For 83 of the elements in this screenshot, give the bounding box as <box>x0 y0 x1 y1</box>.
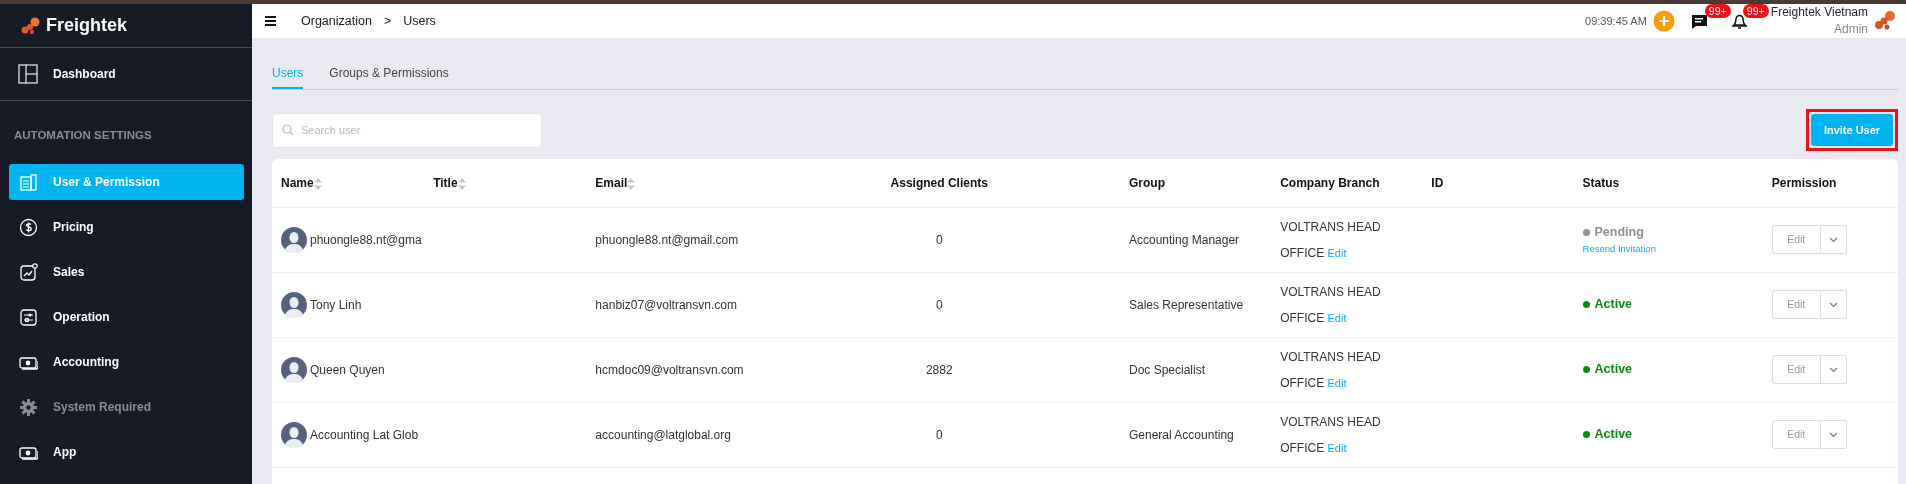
avatar-icon <box>281 421 307 448</box>
branch-cell-text: VOLTRANS HEAD OFFICE Edit <box>1280 218 1382 262</box>
user-name-cell-text: phuongle88.nt@gma <box>310 231 422 249</box>
dropdown-button[interactable] <box>1820 355 1847 384</box>
column-header: Group <box>1129 175 1165 190</box>
sidebar-item[interactable]: Sales <box>9 254 244 290</box>
resend-link[interactable]: Resend Invitation <box>1582 241 1754 257</box>
dollar-icon <box>19 217 38 237</box>
building-icon <box>19 172 38 192</box>
sidebar-item[interactable]: Accounting <box>9 344 244 380</box>
count-badge: 99+ <box>1742 4 1769 18</box>
user-name: Freightek Vietnam <box>1770 4 1868 21</box>
client-count: 0 <box>935 232 943 247</box>
gear-icon <box>19 397 38 417</box>
caret-icon <box>1828 301 1838 308</box>
sidebar-item[interactable]: Operation <box>9 299 244 335</box>
email-cell-text: phuongle88.nt@gmail.com <box>595 231 740 249</box>
section-heading: AUTOMATION SETTINGS <box>13 128 153 143</box>
sidebar-item[interactable]: Pricing <box>9 209 244 245</box>
status-text: Active <box>1594 361 1633 379</box>
user-name-cell-text: Queen Quyen <box>310 361 385 379</box>
user-name-cell-text: Accounting Lat Glob <box>310 426 419 444</box>
brand-name: Freightek <box>46 14 128 37</box>
logo-icon <box>21 16 40 35</box>
caret-icon <box>1828 236 1838 243</box>
tab[interactable]: Groups & Permissions <box>329 62 449 89</box>
column-header[interactable]: Name <box>281 175 314 190</box>
branch-cell-text: VOLTRANS HEAD OFFICE Edit <box>1280 348 1382 392</box>
breadcrumb-item: Users <box>403 12 436 30</box>
caret-icon <box>1828 431 1838 438</box>
sidebar-item[interactable]: Dashboard <box>0 48 252 101</box>
status-text: Active <box>1594 426 1633 444</box>
group-cell: Doc Specialist <box>1129 362 1206 377</box>
permission-edit-button[interactable]: Edit <box>1771 290 1821 319</box>
branch-cell-text: VOLTRANS HEAD OFFICE Edit <box>1280 413 1382 457</box>
add-icon[interactable] <box>1652 10 1675 32</box>
sort-icon[interactable] <box>313 177 322 190</box>
email-cell-text: hcmdoc09@voltransvn.com <box>595 361 745 379</box>
sort-icon[interactable] <box>457 177 466 190</box>
column-header[interactable]: Email <box>595 175 628 190</box>
chat-icon[interactable] <box>1690 12 1708 30</box>
avatar-icon <box>281 226 307 253</box>
email-cell-text: accounting@latglobal.org <box>595 426 732 444</box>
column-header: Status <box>1582 175 1620 190</box>
clock-time: 09:39:45 AM <box>1585 13 1647 29</box>
client-count: 2882 <box>925 362 953 377</box>
search-field[interactable]: Search user <box>272 112 542 148</box>
breadcrumb-separator: > <box>383 12 392 30</box>
sidebar-item[interactable]: App <box>9 434 244 470</box>
dropdown-button[interactable] <box>1820 290 1847 319</box>
menu-icon[interactable] <box>265 16 276 26</box>
group-cell: Sales Representative <box>1129 297 1244 312</box>
column-header: Company Branch <box>1280 175 1380 190</box>
dropdown-button[interactable] <box>1820 225 1847 254</box>
breadcrumb-item[interactable]: Organization <box>301 11 372 31</box>
sliders-icon <box>19 307 38 327</box>
column-header: Permission <box>1771 175 1837 190</box>
user-role: Admin <box>1833 21 1868 38</box>
bell-icon[interactable] <box>1730 12 1748 31</box>
avatar-icon <box>281 356 307 383</box>
status-text: Pending <box>1594 224 1644 242</box>
count-badge: 99+ <box>1704 4 1731 18</box>
caret-icon <box>1828 366 1838 373</box>
permission-edit-button[interactable]: Edit <box>1771 420 1821 449</box>
group-cell: Accounting Manager <box>1129 232 1240 247</box>
logo-icon <box>1874 10 1896 32</box>
avatar-icon <box>281 291 307 318</box>
user-name-cell-text: Tony Linh <box>310 296 362 314</box>
client-count: 0 <box>935 297 943 312</box>
column-header: Assigned Clients <box>890 175 988 190</box>
column-header: ID <box>1431 175 1444 190</box>
dropdown-button[interactable] <box>1820 420 1847 449</box>
dashboard-icon <box>18 64 38 84</box>
group-cell: General Accounting <box>1129 427 1234 442</box>
sort-icon[interactable] <box>627 177 636 190</box>
permission-edit-button[interactable]: Edit <box>1771 355 1821 384</box>
email-cell-text: hanbiz07@voltransvn.com <box>595 296 738 314</box>
status-text: Active <box>1594 296 1633 314</box>
column-header[interactable]: Title <box>433 175 458 190</box>
permission-edit-button[interactable]: Edit <box>1771 225 1821 254</box>
branch-cell-text: VOLTRANS HEAD OFFICE Edit <box>1280 283 1382 327</box>
chart-icon <box>19 262 38 282</box>
client-count: 0 <box>935 427 943 442</box>
